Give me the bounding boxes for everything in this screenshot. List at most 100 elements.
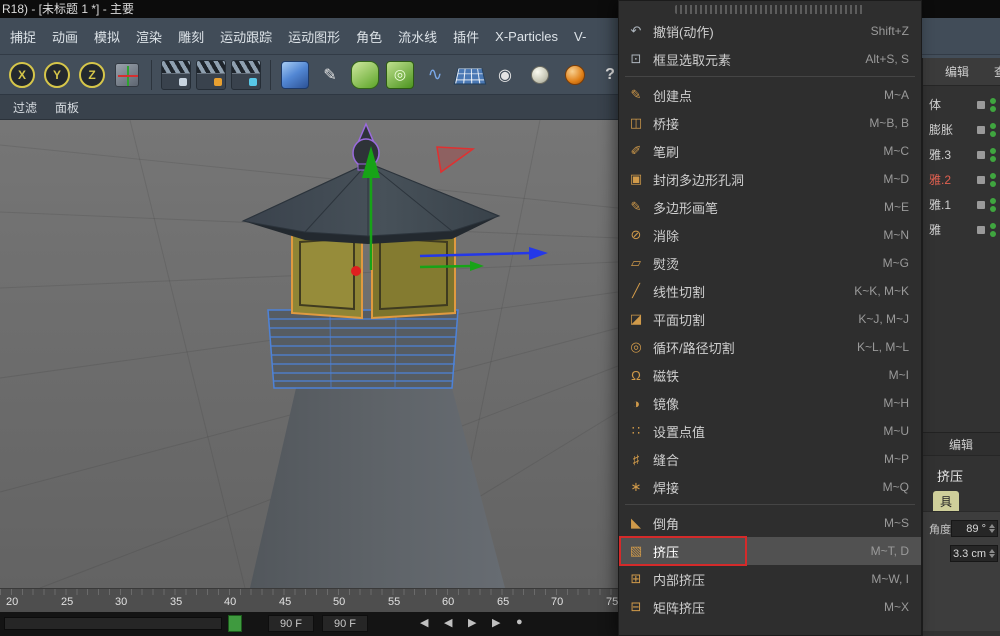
object-row[interactable]: 雅.1 <box>923 192 1000 217</box>
object-row[interactable]: 雅 <box>923 217 1000 242</box>
menu-mograph[interactable]: 运动图形 <box>280 18 348 54</box>
menu-xparticles[interactable]: X-Particles <box>487 18 566 54</box>
layer-chip-icon[interactable] <box>977 126 985 134</box>
menu-item-bevel[interactable]: ◣ 倒角 M~S <box>619 509 921 537</box>
spinner-icon[interactable] <box>989 524 995 533</box>
active-tool-title: 挤压 <box>923 456 1000 491</box>
z-axis-lock-button[interactable]: Z <box>76 59 108 91</box>
menu-item-line-cut[interactable]: ╱ 线性切割 K~K, M~K <box>619 277 921 305</box>
array-button[interactable]: ◎ <box>384 59 416 91</box>
menu-plugins[interactable]: 插件 <box>445 18 487 54</box>
render-region-button[interactable] <box>195 59 227 91</box>
layer-chip-icon[interactable] <box>977 101 985 109</box>
menu-item-iron[interactable]: ▱ 熨烫 M~G <box>619 249 921 277</box>
menu-item-stitch[interactable]: ♯ 缝合 M~P <box>619 445 921 473</box>
visibility-dots-icon[interactable] <box>990 148 996 162</box>
menu-item-loop-path-cut[interactable]: ◎ 循环/路径切割 K~L, M~L <box>619 333 921 361</box>
object-row[interactable]: 雅.3 <box>923 142 1000 167</box>
menu-sculpt[interactable]: 雕刻 <box>170 18 212 54</box>
sky-sphere-icon <box>565 65 585 85</box>
floor-button[interactable] <box>454 59 486 91</box>
lighthouse-cone[interactable] <box>250 388 505 588</box>
spline-pen-button[interactable]: ✎ <box>314 59 346 91</box>
menu-item-dissolve[interactable]: ⊘ 消除 M~N <box>619 221 921 249</box>
ruler-tick: 70 <box>551 596 563 608</box>
visibility-dots-icon[interactable] <box>990 198 996 212</box>
stitch-icon: ♯ <box>627 452 645 467</box>
menu-item-polygon-pen[interactable]: ✎ 多边形画笔 M~E <box>619 193 921 221</box>
next-frame-button[interactable]: ▶ <box>492 616 500 629</box>
add-cube-button[interactable] <box>279 59 311 91</box>
menu-motion-tracker[interactable]: 运动跟踪 <box>212 18 280 54</box>
render-settings-icon <box>231 60 261 90</box>
menu-item-set-point-value[interactable]: ∷ 设置点值 M~U <box>619 417 921 445</box>
menu-item-mirror[interactable]: ◑ 镜像 M~H <box>619 389 921 417</box>
menu-item-create-point[interactable]: ✎ 创建点 M~A <box>619 81 921 109</box>
render-view-button[interactable] <box>160 59 192 91</box>
layer-chip-icon[interactable] <box>977 226 985 234</box>
ruler-tick: 65 <box>497 596 509 608</box>
prev-frame-button[interactable]: ◀ <box>444 616 452 629</box>
object-row[interactable]: 雅.2 <box>923 167 1000 192</box>
menu-item-inner-extrude[interactable]: ⊞ 内部挤压 M~W, I <box>619 565 921 593</box>
visibility-dots-icon[interactable] <box>990 98 996 112</box>
normal-flag-annotation <box>437 147 473 172</box>
deformer-button[interactable]: ∿ <box>419 59 451 91</box>
menu-item-brush[interactable]: ✐ 笔刷 M~C <box>619 137 921 165</box>
menu-item-extrude[interactable]: ▧ 挤压 M~T, D <box>619 537 921 565</box>
coordinate-system-button[interactable] <box>111 59 143 91</box>
menu-animation[interactable]: 动画 <box>44 18 86 54</box>
attribute-tab-edit[interactable]: 编辑 <box>949 436 973 453</box>
menu-render[interactable]: 渲染 <box>128 18 170 54</box>
menu-item-frame-selected[interactable]: ⊡ 框显选取元素 Alt+S, S <box>619 45 921 73</box>
visibility-dots-icon[interactable] <box>990 223 996 237</box>
object-manager-tab-edit[interactable]: 编辑 <box>945 63 969 80</box>
light-bulb-icon <box>531 66 549 84</box>
visibility-dots-icon[interactable] <box>990 123 996 137</box>
subdivision-surface-button[interactable] <box>349 59 381 91</box>
light-button[interactable] <box>524 59 556 91</box>
menu-item-plane-cut[interactable]: ◪ 平面切割 K~J, M~J <box>619 305 921 333</box>
spinner-icon[interactable] <box>989 549 995 558</box>
offset-input[interactable]: 3.3 cm <box>950 545 998 562</box>
current-frame-handle[interactable] <box>228 615 242 632</box>
object-row[interactable]: 体 <box>923 92 1000 117</box>
layer-chip-icon[interactable] <box>977 151 985 159</box>
ruler-tick: 55 <box>388 596 400 608</box>
play-button[interactable]: ▶ <box>468 616 476 629</box>
object-row[interactable]: 膨胀 <box>923 117 1000 142</box>
menu-vray[interactable]: V- <box>566 18 594 54</box>
go-start-button[interactable]: ◀ <box>420 616 428 629</box>
menu-item-bridge[interactable]: ◫ 桥接 M~B, B <box>619 109 921 137</box>
menu-snap[interactable]: 捕捉 <box>2 18 44 54</box>
angle-input[interactable]: 89 ° <box>951 520 998 537</box>
menu-item-magnet[interactable]: Ω 磁铁 M~I <box>619 361 921 389</box>
menu-item-close-polygon-hole[interactable]: ▣ 封闭多边形孔洞 M~D <box>619 165 921 193</box>
menu-pipeline[interactable]: 流水线 <box>390 18 445 54</box>
gizmo-x-arrowhead <box>470 261 484 271</box>
close-polygon-hole-icon: ▣ <box>627 171 645 187</box>
menu-item-undo[interactable]: ↶ 撤销(动作) Shift+Z <box>619 17 921 45</box>
tool-options-tab[interactable]: 具 <box>933 491 959 511</box>
menu-item-matrix-extrude[interactable]: ⊟ 矩阵挤压 M~X <box>619 593 921 621</box>
render-settings-button[interactable] <box>230 59 262 91</box>
record-button[interactable]: ● <box>516 616 523 628</box>
sky-button[interactable] <box>559 59 591 91</box>
menu-item-weld[interactable]: ∗ 焊接 M~Q <box>619 473 921 501</box>
end-frame-input[interactable]: 90 F <box>322 615 368 632</box>
x-axis-lock-button[interactable]: X <box>6 59 38 91</box>
start-frame-input[interactable]: 90 F <box>268 615 314 632</box>
object-manager-tab-view[interactable]: 查 <box>994 63 1000 80</box>
timeline-scrollbar[interactable] <box>4 617 222 630</box>
menu-simulate[interactable]: 模拟 <box>86 18 128 54</box>
viewport-menu-panel[interactable]: 面板 <box>46 99 88 116</box>
menu-character[interactable]: 角色 <box>348 18 390 54</box>
layer-chip-icon[interactable] <box>977 176 985 184</box>
visibility-dots-icon[interactable] <box>990 173 996 187</box>
layer-chip-icon[interactable] <box>977 201 985 209</box>
camera-button[interactable]: ◉ <box>489 59 521 91</box>
lighthouse-rings[interactable] <box>268 310 458 388</box>
menu-scroll-up[interactable] <box>619 1 921 17</box>
y-axis-lock-button[interactable]: Y <box>41 59 73 91</box>
viewport-menu-filter[interactable]: 过滤 <box>4 99 46 116</box>
